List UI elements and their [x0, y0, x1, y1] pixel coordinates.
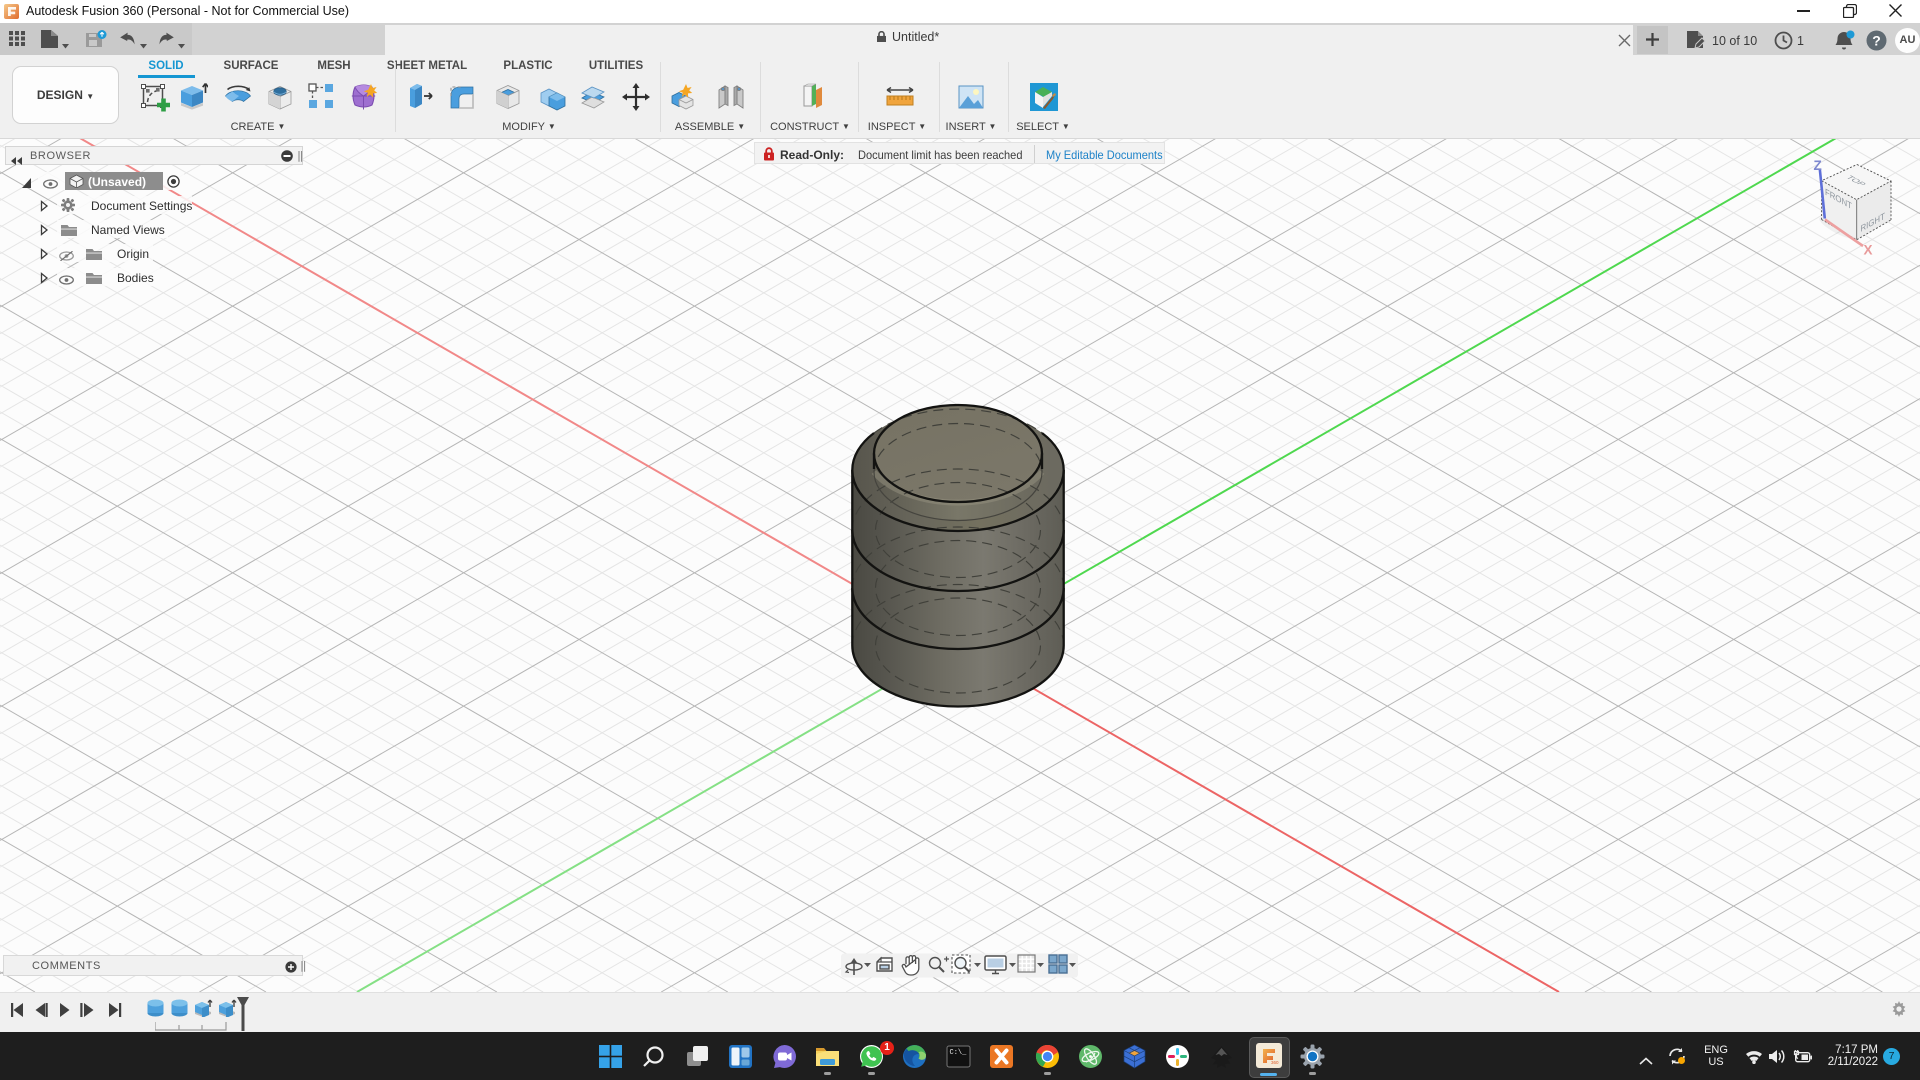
svg-text:?: ? — [1872, 33, 1881, 49]
svg-text:X: X — [1864, 243, 1873, 258]
svg-text:Z: Z — [1814, 158, 1822, 173]
svg-text:360: 360 — [1271, 1060, 1279, 1065]
svg-text:C:\_: C:\_ — [949, 1049, 967, 1057]
